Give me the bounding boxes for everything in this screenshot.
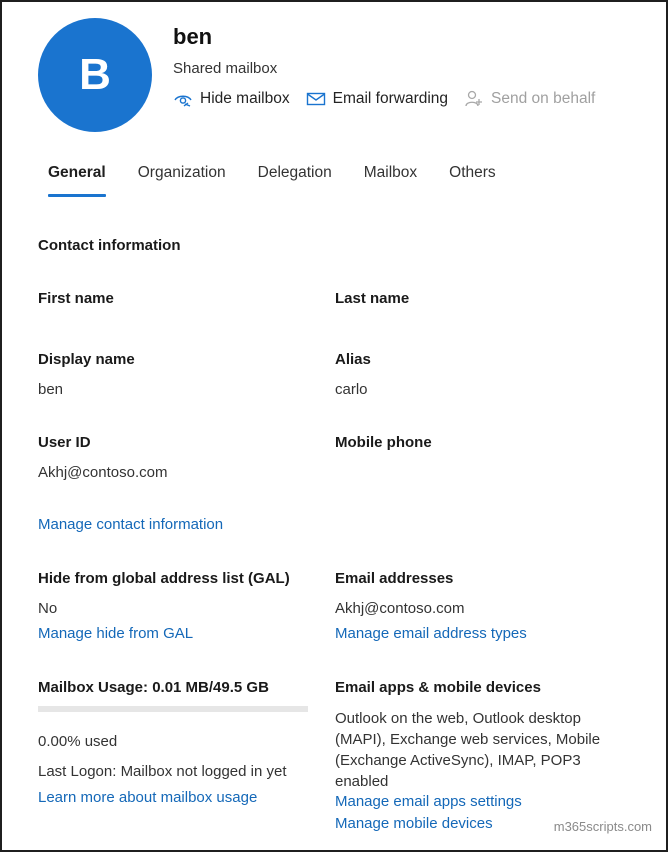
tab-bar: General Organization Delegation Mailbox … <box>38 164 518 198</box>
manage-email-address-types-link[interactable]: Manage email address types <box>335 625 527 642</box>
hide-from-gal-value: No <box>38 600 58 617</box>
tab-organization[interactable]: Organization <box>128 164 236 198</box>
email-forwarding-label: Email forwarding <box>332 90 449 107</box>
eye-hide-icon <box>174 95 192 107</box>
manage-email-apps-settings-link[interactable]: Manage email apps settings <box>335 793 522 810</box>
mailbox-usage-percent: 0.00% used <box>38 733 118 750</box>
email-address-value: Akhj@contoso.com <box>335 600 465 617</box>
avatar-initial: B <box>79 50 111 99</box>
mailbox-name: ben <box>173 24 213 49</box>
display-name-label: Display name <box>38 351 135 368</box>
email-apps-label: Email apps & mobile devices <box>335 679 541 696</box>
last-logon-text: Last Logon: Mailbox not logged in yet <box>38 763 287 780</box>
tab-delegation[interactable]: Delegation <box>248 164 342 198</box>
send-on-behalf-button[interactable]: Send on behalf <box>464 90 595 108</box>
person-icon <box>465 90 483 107</box>
watermark: m365scripts.com <box>553 819 652 834</box>
learn-more-mailbox-usage-link[interactable]: Learn more about mailbox usage <box>38 789 257 806</box>
mailbox-usage-label: Mailbox Usage: 0.01 MB/49.5 GB <box>38 679 269 696</box>
hide-from-gal-label: Hide from global address list (GAL) <box>38 570 290 587</box>
email-addresses-label: Email addresses <box>335 570 454 587</box>
send-on-behalf-label: Send on behalf <box>491 90 596 107</box>
first-name-label: First name <box>38 290 114 307</box>
tab-others[interactable]: Others <box>439 164 506 198</box>
mailbox-usage-bar <box>38 706 308 712</box>
manage-contact-information-link[interactable]: Manage contact information <box>38 516 223 533</box>
display-name-value: ben <box>38 381 64 398</box>
email-forwarding-button[interactable]: Email forwarding <box>306 90 448 108</box>
last-name-label: Last name <box>335 290 410 307</box>
email-apps-description: Outlook on the web, Outlook desktop (MAP… <box>335 710 601 790</box>
user-id-label: User ID <box>38 434 91 451</box>
mobile-phone-label: Mobile phone <box>335 434 432 451</box>
user-id-value: Akhj@contoso.com <box>38 464 168 481</box>
hide-mailbox-label: Hide mailbox <box>200 90 290 107</box>
header-actions: Hide mailbox Email forwarding Send on be… <box>173 90 611 108</box>
mailbox-details-panel: B ben Shared mailbox Hide mailbox Email … <box>0 0 668 852</box>
contact-information-heading: Contact information <box>38 237 181 254</box>
envelope-forward-icon <box>306 92 325 106</box>
avatar: B <box>38 18 152 132</box>
manage-mobile-devices-link[interactable]: Manage mobile devices <box>335 815 493 832</box>
hide-mailbox-button[interactable]: Hide mailbox <box>173 90 290 108</box>
manage-hide-from-gal-link[interactable]: Manage hide from GAL <box>38 625 193 642</box>
mailbox-type: Shared mailbox <box>173 60 278 77</box>
alias-label: Alias <box>335 351 371 368</box>
tab-general[interactable]: General <box>38 164 116 198</box>
tab-mailbox[interactable]: Mailbox <box>354 164 427 198</box>
alias-value: carlo <box>335 381 368 398</box>
